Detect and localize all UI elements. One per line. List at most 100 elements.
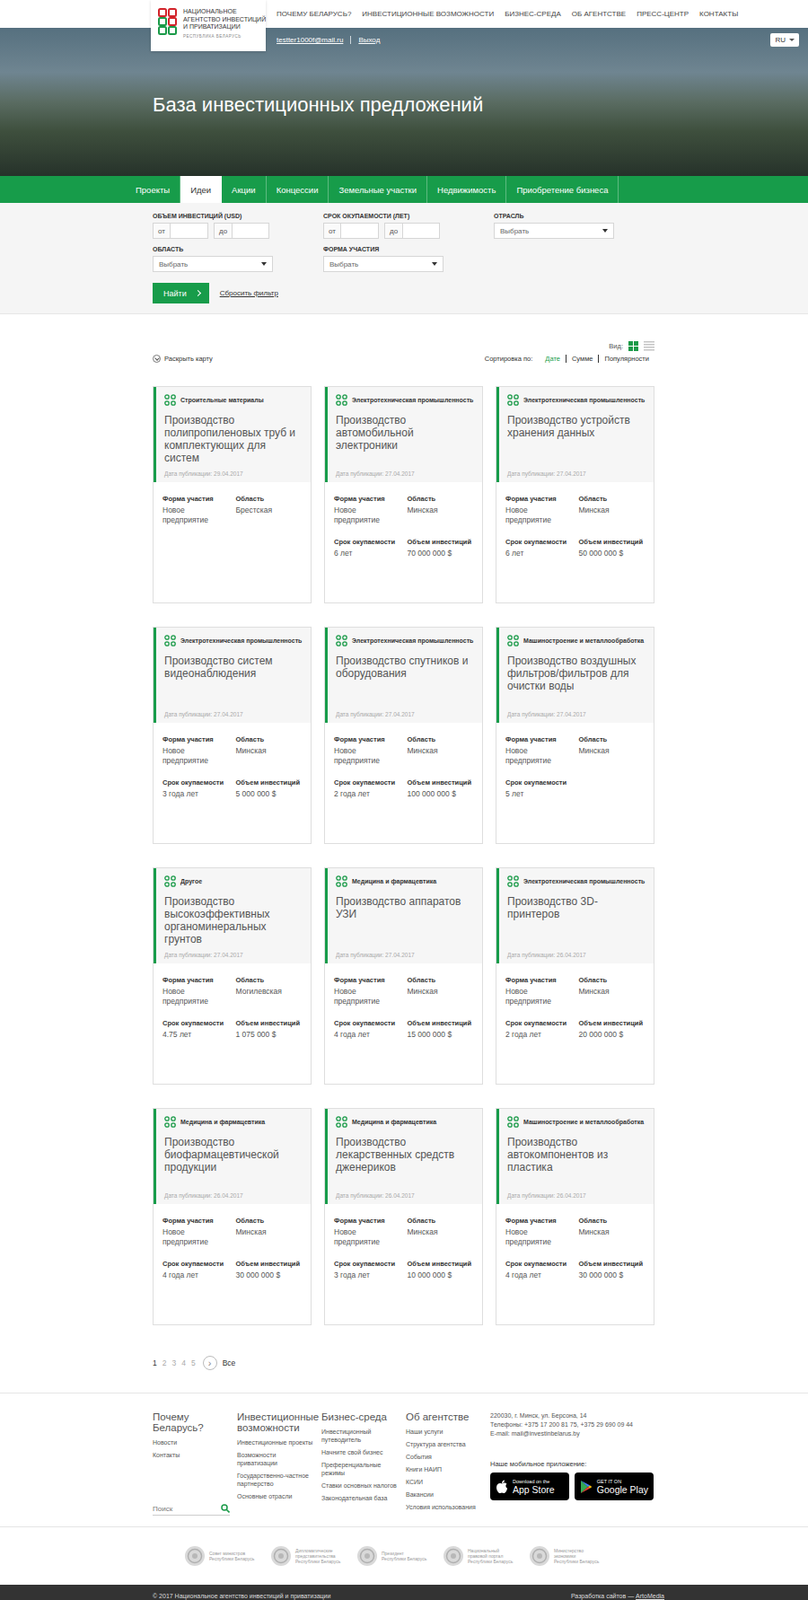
input-field[interactable]: [170, 223, 208, 238]
footer-link[interactable]: Книги НАИП: [405, 1465, 487, 1474]
logo-text: НАЦИОНАЛЬНОЕАГЕНТСТВО ИНВЕСТИЦИЙИ ПРИВАТ…: [183, 8, 266, 39]
footer-column-title[interactable]: Инвестиционные возможности: [237, 1411, 318, 1433]
select-box[interactable]: Выбрать: [152, 255, 273, 273]
footer-link[interactable]: КСИИ: [405, 1477, 487, 1486]
page-link[interactable]: 5: [191, 1358, 196, 1368]
tab[interactable]: Акции: [221, 175, 267, 203]
input-field[interactable]: [403, 223, 440, 238]
range-from-input[interactable]: от: [323, 222, 379, 239]
page-link[interactable]: 1: [152, 1358, 158, 1368]
idea-card[interactable]: Медицина и фармацевтикаПроизводство лека…: [324, 1107, 484, 1326]
tab[interactable]: Приобретение бизнеса: [506, 175, 619, 203]
language-select[interactable]: RU: [770, 33, 800, 47]
idea-card[interactable]: Электротехническая промышленностьПроизво…: [324, 386, 484, 604]
partner-link[interactable]: Совет министровРеспублики Беларусь: [184, 1545, 258, 1567]
nav-item[interactable]: КОНТАКТЫ: [699, 9, 738, 18]
find-button[interactable]: Найти: [152, 282, 210, 304]
nav-item[interactable]: ОБ АГЕНТСТВЕ: [571, 9, 626, 18]
view-button[interactable]: [643, 341, 655, 352]
idea-card[interactable]: Электротехническая промышленностьПроизво…: [495, 386, 655, 604]
app-badge[interactable]: GET IT ONGoogle Play: [574, 1472, 654, 1501]
partner-link[interactable]: МинистерствоэкономикиРеспублики Беларусь: [528, 1545, 603, 1567]
nav-item[interactable]: ПОЧЕМУ БЕЛАРУСЬ?: [276, 9, 352, 18]
tab[interactable]: Концессии: [266, 175, 330, 203]
sort-option[interactable]: Популярности: [597, 354, 655, 363]
app-badge[interactable]: Download on theApp Store: [490, 1472, 570, 1501]
tab[interactable]: Земельные участки: [328, 175, 428, 203]
card-title[interactable]: Производство высокоэффективных органомин…: [164, 895, 304, 946]
select-box[interactable]: Выбрать: [493, 222, 615, 239]
page-link[interactable]: 4: [181, 1358, 186, 1368]
tab[interactable]: Идеи: [180, 175, 222, 203]
idea-card[interactable]: Медицина и фармацевтикаПроизводство аппа…: [324, 867, 484, 1085]
logout-link[interactable]: Выход: [350, 35, 380, 44]
footer-link[interactable]: Условия использования: [405, 1502, 487, 1511]
sort-option[interactable]: Сумме: [565, 354, 599, 363]
select-box[interactable]: Выбрать: [323, 255, 444, 273]
idea-card[interactable]: Машиностроение и металлообработкаПроизво…: [495, 626, 655, 844]
card-title[interactable]: Производство автомобильной электроники: [335, 413, 475, 452]
card-title[interactable]: Производство устройств хранения данных: [507, 413, 647, 440]
partner-link[interactable]: ПрезидентРеспублики Беларусь: [356, 1545, 431, 1567]
view-button[interactable]: [628, 341, 639, 352]
card-title[interactable]: Производство систем видеонаблюдения: [164, 654, 304, 680]
developer-link[interactable]: ArtoMedia: [635, 1592, 665, 1599]
partner-link[interactable]: Национальныйправовой порталРеспублики Бе…: [442, 1545, 517, 1567]
footer-link[interactable]: Возможности приватизации: [237, 1450, 318, 1467]
footer-link[interactable]: Структура агентства: [405, 1440, 487, 1449]
footer-column-title[interactable]: Бизнес-среда: [321, 1411, 403, 1423]
footer-link[interactable]: Наши услуги: [405, 1427, 487, 1436]
footer-link[interactable]: Инвестиционные проекты: [237, 1438, 318, 1447]
card-title[interactable]: Производство биофармацевтической продукц…: [164, 1135, 304, 1174]
map-toggle[interactable]: Раскрыть карту: [152, 354, 213, 363]
footer-link[interactable]: Ставки основных налогов: [321, 1481, 403, 1490]
idea-card[interactable]: Медицина и фармацевтикаПроизводство биоф…: [152, 1107, 312, 1326]
idea-card[interactable]: ДругоеПроизводство высокоэффективных орг…: [152, 867, 312, 1085]
footer-link[interactable]: Начните свой бизнес: [321, 1448, 403, 1457]
card-title[interactable]: Производство полипропиленовых труб и ком…: [164, 413, 304, 465]
footer-column-title[interactable]: Почему Беларусь?: [152, 1411, 234, 1433]
idea-card[interactable]: Машиностроение и металлообработкаПроизво…: [495, 1107, 655, 1326]
sort-option[interactable]: Дате: [539, 354, 566, 363]
idea-card[interactable]: Электротехническая промышленностьПроизво…: [324, 626, 484, 844]
footer-link[interactable]: Инвестиционный путеводитель: [321, 1427, 403, 1444]
footer-search[interactable]: Поиск: [152, 1503, 230, 1516]
page-link[interactable]: 2: [162, 1358, 167, 1368]
idea-card[interactable]: Электротехническая промышленностьПроизво…: [495, 867, 655, 1085]
input-field[interactable]: [341, 223, 378, 238]
user-email[interactable]: testter1000f@mail.ru: [276, 35, 343, 44]
nav-item[interactable]: ПРЕСС-ЦЕНТР: [636, 9, 689, 18]
footer-link[interactable]: События: [405, 1452, 487, 1461]
field-label: Срок окупаемости: [505, 1018, 572, 1028]
footer-link[interactable]: Преференциальные режимы: [321, 1460, 403, 1477]
reset-filter-link[interactable]: Сбросить фильтр: [219, 289, 279, 298]
all-pages-link[interactable]: Все: [222, 1358, 237, 1368]
input-field[interactable]: [232, 223, 269, 238]
card-title[interactable]: Производство лекарственных средств джене…: [335, 1135, 475, 1174]
tab[interactable]: Проекты: [125, 175, 181, 203]
footer-link[interactable]: Государственно-частное партнерство: [237, 1471, 318, 1488]
idea-card[interactable]: Электротехническая промышленностьПроизво…: [152, 626, 312, 844]
footer-link[interactable]: Законодательная база: [321, 1493, 403, 1502]
logo[interactable]: НАЦИОНАЛЬНОЕАГЕНТСТВО ИНВЕСТИЦИЙИ ПРИВАТ…: [150, 0, 266, 52]
idea-card[interactable]: Строительные материалыПроизводство полип…: [152, 386, 312, 604]
footer-link[interactable]: Вакансии: [405, 1490, 487, 1499]
card-title[interactable]: Производство аппаратов УЗИ: [335, 895, 475, 921]
nav-item[interactable]: БИЗНЕС-СРЕДА: [504, 9, 562, 18]
nav-item[interactable]: ИНВЕСТИЦИОННЫЕ ВОЗМОЖНОСТИ: [361, 9, 494, 18]
footer-column-title[interactable]: Об агентстве: [405, 1411, 487, 1423]
card-title[interactable]: Производство спутников и оборудования: [335, 654, 475, 680]
partner-link[interactable]: ДипломатическиепредставительстваРеспубли…: [270, 1545, 344, 1567]
tab[interactable]: Недвижимость: [427, 175, 507, 203]
range-to-input[interactable]: до: [213, 222, 270, 239]
footer-link[interactable]: Контакты: [152, 1450, 234, 1459]
card-title[interactable]: Производство воздушных фильтров/фильтров…: [507, 654, 647, 693]
footer-link[interactable]: Новости: [152, 1438, 234, 1447]
footer-link[interactable]: Основные отрасли: [237, 1492, 318, 1501]
card-title[interactable]: Производство автокомпонентов из пластика: [507, 1135, 647, 1174]
range-from-input[interactable]: от: [152, 222, 209, 239]
range-to-input[interactable]: до: [384, 222, 440, 239]
next-page-button[interactable]: ›: [202, 1355, 218, 1371]
page-link[interactable]: 3: [171, 1358, 176, 1368]
card-title[interactable]: Производство 3D-принтеров: [507, 895, 647, 921]
